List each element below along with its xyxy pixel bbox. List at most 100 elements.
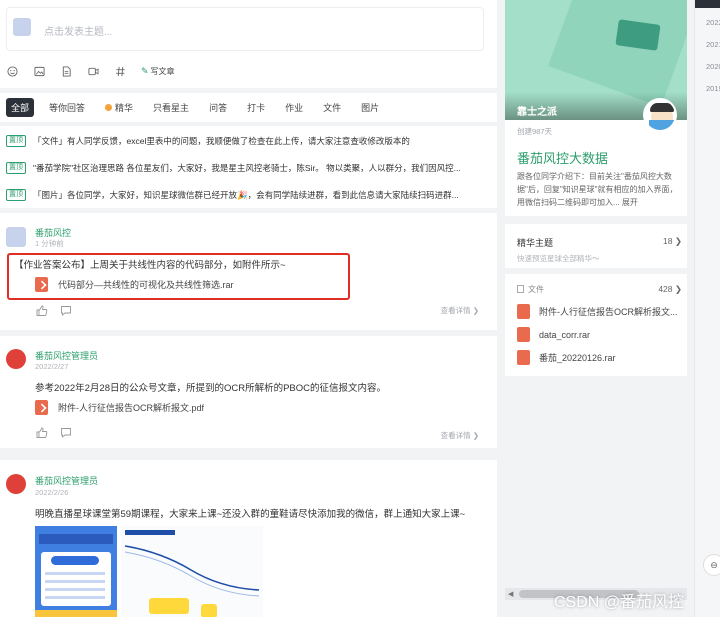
filter-awaiting-answer[interactable]: 等你回答 [44,98,90,117]
post-attachment[interactable]: 代码部分—共线性的可视化及共线性筛选.rar [35,277,234,292]
filter-label: 文件 [323,103,342,113]
view-details-link[interactable]: 查看详情 ❯ [441,430,479,441]
author-avatar[interactable] [6,227,26,247]
pinned-list: 置顶 「文件」有人同学反馈，excel里表中的问题，我顺便做了检查在此上传，请大… [0,126,497,208]
filter-checkin[interactable]: 打卡 [242,98,270,117]
filter-files[interactable]: 文件 [318,98,346,117]
image-icon[interactable] [33,65,45,77]
filter-label: 打卡 [247,103,266,113]
composer-card: 点击发表主题... ✎ 写文章 [0,0,497,88]
like-icon[interactable] [36,305,48,316]
attachment-name: 代码部分—共线性的可视化及共线性筛选.rar [58,280,234,290]
poster-badge [149,598,189,614]
post-time: 2022/2/27 [35,362,69,371]
timeline-year[interactable]: 2021 [706,40,720,49]
post-actions [36,305,84,316]
post-author[interactable]: 番茄风控管理员 [35,474,98,487]
poster-header [39,534,113,544]
pinned-badge: 置顶 [6,135,26,147]
highlights-count: 18 ❯ [663,236,682,246]
course-poster-image[interactable] [35,526,263,617]
avatar-hair [650,103,674,112]
poster-right [121,526,263,617]
filter-label: 精华 [115,103,134,113]
pinned-badge: 置顶 [6,189,26,201]
file-item[interactable]: 附件-人行征信报告OCR解析报文... [517,304,678,319]
filter-qa[interactable]: 问答 [204,98,232,117]
group-description[interactable]: 跟各位同学介绍下：目前关注"番茄风控大数据"后，回复"知识星球"就有相应的加入界… [517,170,685,209]
files-row[interactable]: 文件 428 ❯ [517,284,682,295]
poster-right-title [125,530,175,535]
write-article-button[interactable]: ✎ 写文章 [141,66,175,77]
banner-shape [548,0,687,107]
filter-images[interactable]: 图片 [356,98,384,117]
feed-column: 点击发表主题... ✎ 写文章 全部 等你回答 精华 只看星主 问答 打卡 作业 … [0,0,497,617]
pinned-item[interactable]: 置顶 「图片」各位同学，大家好，知识星球微信群已经开放🎉，会有同学陆续进群，看到… [6,188,488,202]
filter-all[interactable]: 全部 [6,98,35,117]
timeline-header [695,0,720,8]
highlights-card[interactable]: 精华主题 18 ❯ 快速预览星球全部精华～ [505,224,687,268]
pinned-item[interactable]: 置顶 "番茄学院"社区治理思路 各位星友们，大家好，我是星主风控老骑士，陈Sir… [6,161,488,175]
post-body: 【作业答案公布】上周关于共线性内容的代码部分，如附件所示~ [14,260,286,271]
pinned-text: "番茄学院"社区治理思路 各位星友们，大家好，我是星主风控老骑士，陈Sir。 物… [33,163,461,173]
timeline-strip: 2022 2021 2020 2019 ⊖ [694,0,720,617]
poster-line [45,580,105,583]
highlights-row: 精华主题 18 ❯ 快速预览星球全部精华～ [517,236,682,264]
video-icon[interactable] [87,65,99,77]
files-label: 文件 [517,284,682,295]
attachment-icon [35,277,48,292]
file-icon[interactable] [60,65,72,77]
poster-pill [51,556,99,565]
view-details-link[interactable]: 查看详情 ❯ [441,305,479,316]
filter-label: 只看星主 [153,103,190,113]
poster-left [35,526,117,617]
filter-bar: 全部 等你回答 精华 只看星主 问答 打卡 作业 文件 图片 [0,93,497,122]
file-item[interactable]: 番茄_20220126.rar [517,350,616,365]
post-author[interactable]: 番茄风控管理员 [35,349,98,362]
file-name: data_corr.rar [539,329,591,340]
filter-featured[interactable]: 精华 [100,98,138,117]
tomato-avatar[interactable] [6,474,26,494]
group-name: 番茄风控大数据 [517,151,609,166]
file-type-icon [517,304,530,319]
scroll-left-icon[interactable]: ◀ [508,590,513,598]
poster-line [45,596,105,599]
back-to-top-icon[interactable]: ⊖ [703,554,720,576]
emoji-icon[interactable] [6,65,18,77]
timeline-year[interactable]: 2022 [706,18,720,27]
poster-curve [124,545,260,597]
highlights-label: 精华主题 [517,238,554,248]
timeline-year[interactable]: 2019 [706,84,720,93]
owner-avatar[interactable] [643,98,677,132]
pinned-item[interactable]: 置顶 「文件」有人同学反馈，excel里表中的问题，我顺便做了检查在此上传，请大… [6,134,488,148]
pen-icon: ✎ [141,65,149,76]
post-card: 番茄风控管理员 2022/2/26 明晚直播星球课堂第59期课程，大家来上课~还… [0,460,497,617]
like-icon[interactable] [36,427,48,438]
comment-icon[interactable] [60,427,72,438]
filter-homework[interactable]: 作业 [280,98,308,117]
filter-label: 图片 [361,103,380,113]
pinned-badge: 置顶 [6,162,26,174]
timeline-year[interactable]: 2020 [706,62,720,71]
csdn-watermark: CSDN @番茄风控 [554,594,685,611]
user-avatar [13,18,31,36]
filter-label: 等你回答 [49,103,86,113]
files-card: 文件 428 ❯ 附件-人行征信报告OCR解析报文... data_corr.r… [505,274,687,376]
post-time: 1 分钟前 [35,239,64,248]
file-type-icon [517,350,530,365]
pinned-text: 「图片」各位同学，大家好，知识星球微信群已经开放🎉，会有同学陆续进群，看到此信息… [33,190,459,200]
tomato-avatar[interactable] [6,349,26,369]
banner-name: 靠士之派 [517,107,557,118]
pinned-text: 「文件」有人同学反馈，excel里表中的问题，我顺便做了检查在此上传，请大家注意… [33,136,410,146]
post-card: 番茄风控 1 分钟前 【作业答案公布】上周关于共线性内容的代码部分，如附件所示~… [0,213,497,330]
files-label-text: 文件 [528,285,544,294]
comment-icon[interactable] [60,305,72,316]
poster-line [45,588,105,591]
post-time: 2022/2/26 [35,488,69,497]
hashtag-icon[interactable] [114,65,126,77]
file-type-icon [517,327,530,342]
file-item[interactable]: data_corr.rar [517,327,590,342]
post-card: 番茄风控管理员 2022/2/27 参考2022年2月28日的公众号文章，所提到… [0,336,497,448]
post-attachment[interactable]: 附件-人行征信报告OCR解析报文.pdf [35,400,204,415]
filter-owner-only[interactable]: 只看星主 [148,98,194,117]
